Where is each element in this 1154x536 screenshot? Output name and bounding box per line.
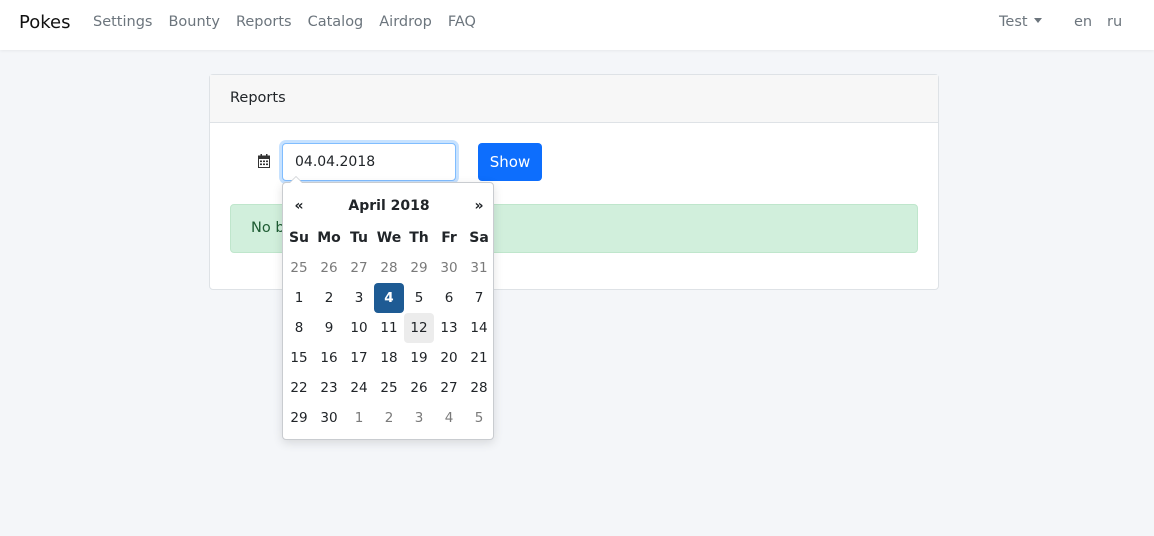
week-row: 8 9 10 11 12 13 14: [284, 313, 492, 343]
weekday-label: Su: [288, 230, 310, 246]
day-cell[interactable]: 29: [404, 253, 434, 283]
day-cell[interactable]: 3: [344, 283, 374, 313]
day-cell[interactable]: 1: [284, 283, 314, 313]
day-cell[interactable]: 7: [464, 283, 494, 313]
week-row: 29 30 1 2 3 4 5: [284, 403, 492, 433]
weekday-label: Th: [409, 230, 429, 246]
day-cell[interactable]: 26: [404, 373, 434, 403]
nav-link-bounty[interactable]: Bounty: [168, 14, 219, 30]
weekday-row: Su Mo Tu We Th Fr Sa: [284, 223, 492, 253]
day-cell[interactable]: 16: [314, 343, 344, 373]
show-button[interactable]: Show: [478, 143, 542, 181]
day-cell[interactable]: 27: [434, 373, 464, 403]
day-cell[interactable]: 26: [314, 253, 344, 283]
day-cell[interactable]: 22: [284, 373, 314, 403]
top-navbar: Pokes Settings Bounty Reports Catalog Ai…: [0, 0, 1154, 50]
day-cell[interactable]: 31: [464, 253, 494, 283]
day-cell[interactable]: 6: [434, 283, 464, 313]
month-title[interactable]: April 2018: [314, 189, 464, 223]
day-cell[interactable]: 25: [374, 373, 404, 403]
day-cell[interactable]: 25: [284, 253, 314, 283]
day-cell[interactable]: 21: [464, 343, 494, 373]
day-cell[interactable]: 9: [314, 313, 344, 343]
day-cell[interactable]: 28: [464, 373, 494, 403]
day-cell-selected[interactable]: 4: [374, 283, 404, 313]
day-cell[interactable]: 28: [374, 253, 404, 283]
weekday-label: Tu: [350, 230, 368, 246]
next-month-button[interactable]: »: [464, 189, 494, 223]
card-header: Reports: [210, 75, 938, 123]
caret-down-icon: [1033, 18, 1042, 23]
lang-ru-link[interactable]: ru: [1107, 14, 1122, 30]
day-cell[interactable]: 10: [344, 313, 374, 343]
lang-en-link[interactable]: en: [1074, 14, 1092, 30]
day-cell[interactable]: 5: [464, 403, 494, 433]
weekday-label: Fr: [441, 230, 457, 246]
datepicker-popup: « April 2018 » Su Mo Tu We Th Fr Sa 25 2…: [282, 176, 494, 440]
day-cell[interactable]: 18: [374, 343, 404, 373]
user-dropdown[interactable]: Test: [999, 14, 1042, 30]
day-cell[interactable]: 20: [434, 343, 464, 373]
day-cell[interactable]: 1: [344, 403, 374, 433]
nav-link-reports[interactable]: Reports: [236, 14, 292, 30]
day-cell[interactable]: 29: [284, 403, 314, 433]
nav-link-catalog[interactable]: Catalog: [308, 14, 364, 30]
day-cell[interactable]: 4: [434, 403, 464, 433]
day-cell[interactable]: 30: [314, 403, 344, 433]
week-row: 22 23 24 25 26 27 28: [284, 373, 492, 403]
nav-link-airdrop[interactable]: Airdrop: [379, 14, 432, 30]
day-cell[interactable]: 24: [344, 373, 374, 403]
datepicker-header: « April 2018 »: [284, 189, 492, 223]
day-cell[interactable]: 8: [284, 313, 314, 343]
nav-link-settings[interactable]: Settings: [93, 14, 152, 30]
day-cell[interactable]: 2: [374, 403, 404, 433]
nav-link-faq[interactable]: FAQ: [448, 14, 476, 30]
nav-links: Settings Bounty Reports Catalog Airdrop …: [93, 14, 492, 30]
user-name: Test: [999, 14, 1028, 30]
week-row: 15 16 17 18 19 20 21: [284, 343, 492, 373]
date-input[interactable]: [282, 143, 456, 181]
day-cell[interactable]: 2: [314, 283, 344, 313]
day-cell[interactable]: 15: [284, 343, 314, 373]
day-cell[interactable]: 11: [374, 313, 404, 343]
day-cell-today[interactable]: 12: [404, 313, 434, 343]
day-cell[interactable]: 14: [464, 313, 494, 343]
day-cell[interactable]: 17: [344, 343, 374, 373]
day-cell[interactable]: 27: [344, 253, 374, 283]
week-row: 1 2 3 4 5 6 7: [284, 283, 492, 313]
day-cell[interactable]: 23: [314, 373, 344, 403]
day-cell[interactable]: 30: [434, 253, 464, 283]
weekday-label: We: [376, 230, 402, 246]
calendar-icon: [258, 154, 270, 168]
week-row: 25 26 27 28 29 30 31: [284, 253, 492, 283]
weekday-label: Mo: [317, 230, 341, 246]
day-cell[interactable]: 13: [434, 313, 464, 343]
day-cell[interactable]: 5: [404, 283, 434, 313]
day-cell[interactable]: 19: [404, 343, 434, 373]
brand-logo[interactable]: Pokes: [19, 12, 70, 33]
day-cell[interactable]: 3: [404, 403, 434, 433]
prev-month-button[interactable]: «: [284, 189, 314, 223]
weekday-label: Sa: [469, 230, 489, 246]
